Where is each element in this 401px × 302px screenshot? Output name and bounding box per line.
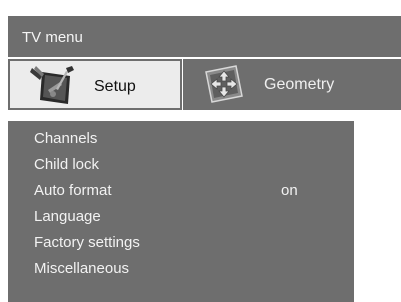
setup-tools-icon — [30, 66, 74, 104]
tab-setup[interactable]: Setup — [8, 59, 182, 110]
list-item-factory-settings[interactable]: Factory settings — [8, 230, 354, 256]
list-item-label: Factory settings — [34, 234, 140, 251]
settings-list: Channels Child lock Auto format on Langu… — [8, 121, 354, 302]
auto-format-value: on — [281, 182, 298, 199]
list-item-label: Miscellaneous — [34, 260, 130, 277]
list-item-label: Channels — [34, 130, 98, 147]
list-item-miscellaneous[interactable]: Miscellaneous — [8, 256, 354, 282]
menu-title-bar: TV menu — [8, 16, 401, 57]
list-item-label: Child lock — [34, 156, 100, 173]
tab-bar: Setup Geometry — [8, 59, 401, 110]
list-item-child-lock[interactable]: Child lock — [8, 152, 354, 178]
tab-setup-label: Setup — [94, 78, 136, 95]
geometry-arrows-icon — [205, 65, 243, 103]
list-item-label: Auto format — [34, 182, 112, 199]
list-item-auto-format[interactable]: Auto format on — [8, 178, 354, 204]
tab-geometry[interactable]: Geometry — [183, 59, 401, 110]
list-item-label: Language — [34, 208, 101, 225]
menu-title: TV menu — [22, 29, 83, 46]
tab-geometry-label: Geometry — [264, 76, 335, 93]
list-item-channels[interactable]: Channels — [8, 126, 354, 152]
list-item-language[interactable]: Language — [8, 204, 354, 230]
